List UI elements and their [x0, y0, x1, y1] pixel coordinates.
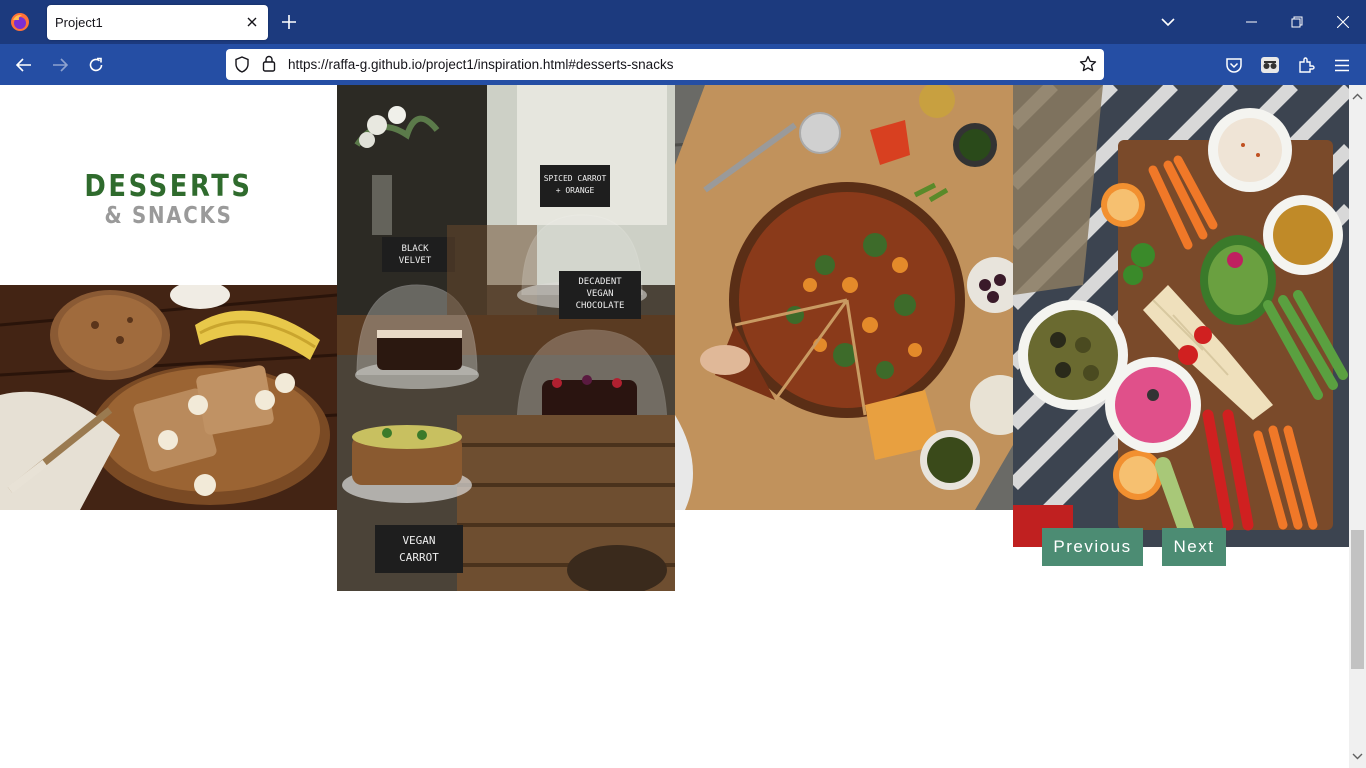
scroll-down-arrow-icon[interactable]	[1352, 747, 1363, 765]
account-icon[interactable]	[1258, 53, 1282, 77]
photo-pizza	[675, 85, 1013, 510]
nav-bar: https://raffa-g.github.io/project1/inspi…	[0, 44, 1366, 85]
svg-text:CARROT: CARROT	[399, 551, 439, 564]
svg-text:CHOCOLATE: CHOCOLATE	[576, 301, 625, 311]
photo-banana-bread	[0, 285, 337, 510]
photo-snack-platter	[1013, 85, 1349, 547]
lock-icon[interactable]	[262, 55, 276, 77]
svg-text:DECADENT: DECADENT	[578, 277, 622, 287]
firefox-logo-icon[interactable]	[9, 11, 31, 33]
shield-icon[interactable]	[234, 56, 250, 78]
vertical-scrollbar[interactable]	[1349, 85, 1366, 768]
new-tab-icon[interactable]	[279, 12, 299, 32]
scroll-up-arrow-icon[interactable]	[1352, 87, 1363, 105]
extensions-icon[interactable]	[1294, 53, 1318, 77]
bookmark-star-icon[interactable]	[1079, 55, 1097, 78]
url-text[interactable]: https://raffa-g.github.io/project1/inspi…	[288, 57, 673, 72]
close-window-icon[interactable]	[1320, 0, 1366, 44]
heading-snacks: & SNACKS	[104, 203, 233, 229]
address-bar[interactable]: https://raffa-g.github.io/project1/inspi…	[226, 49, 1104, 80]
tab-project1[interactable]: Project1	[47, 5, 268, 40]
svg-text:+ ORANGE: + ORANGE	[556, 186, 595, 195]
heading-desserts: DESSERTS	[84, 169, 253, 204]
tab-title: Project1	[55, 15, 103, 30]
section-title: DESSERTS & SNACKS	[0, 85, 337, 285]
svg-text:BLACK: BLACK	[401, 244, 429, 254]
previous-button[interactable]: Previous	[1042, 528, 1143, 566]
back-arrow-icon[interactable]	[10, 51, 38, 79]
svg-text:VEGAN: VEGAN	[586, 289, 613, 299]
reload-icon[interactable]	[82, 51, 110, 79]
close-tab-icon[interactable]	[244, 14, 260, 30]
svg-text:VEGAN: VEGAN	[402, 534, 435, 547]
tab-bar: Project1	[0, 0, 1366, 44]
scrollbar-thumb[interactable]	[1351, 530, 1364, 669]
svg-text:SPICED CARROT: SPICED CARROT	[544, 174, 607, 183]
photo-cake-display: SPICED CARROT + ORANGE BLACK VELVET DECA…	[337, 85, 675, 591]
minimize-icon[interactable]	[1228, 0, 1274, 44]
pocket-icon[interactable]	[1222, 53, 1246, 77]
page-content: DESSERTS & SNACKS SPICED CARROT + ORANGE…	[0, 85, 1349, 768]
hamburger-menu-icon[interactable]	[1330, 53, 1354, 77]
next-button[interactable]: Next	[1162, 528, 1226, 566]
chevron-down-icon[interactable]	[1158, 12, 1178, 32]
restore-icon[interactable]	[1274, 0, 1320, 44]
forward-arrow-icon[interactable]	[46, 51, 74, 79]
svg-text:VELVET: VELVET	[399, 256, 432, 266]
